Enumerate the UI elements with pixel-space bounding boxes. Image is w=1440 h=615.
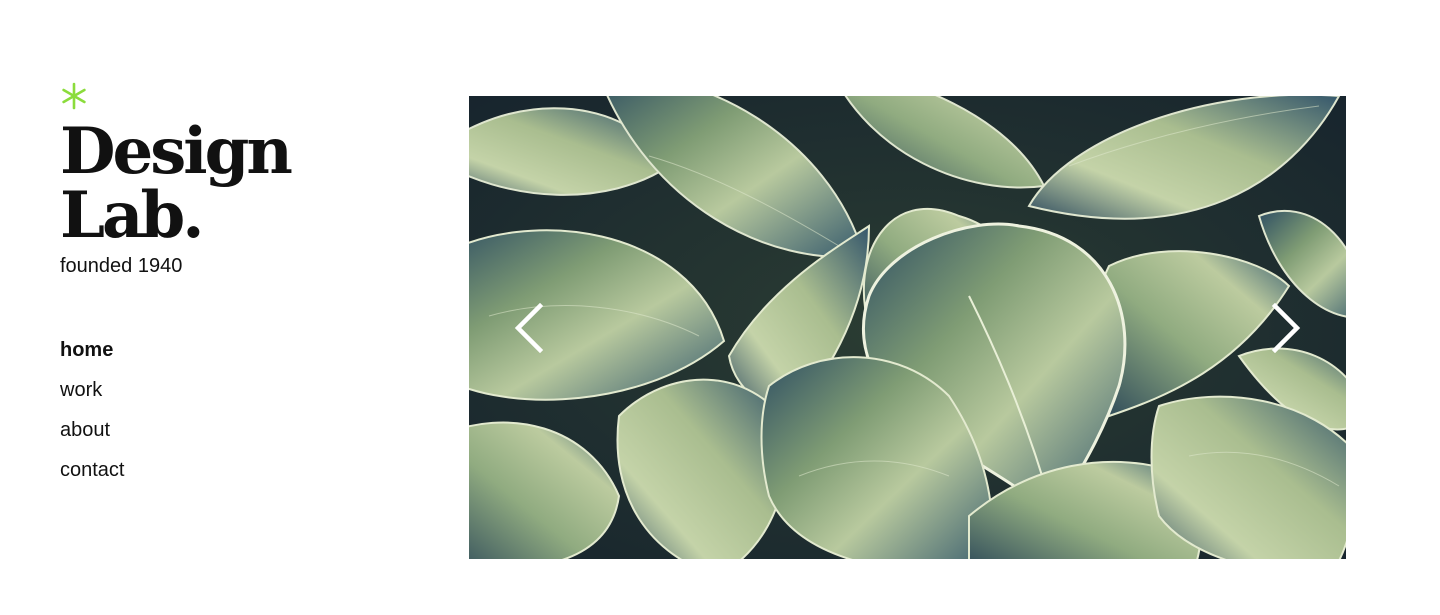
image-slider[interactable] [469,96,1346,559]
nav-link-contact[interactable]: contact [60,456,124,484]
sidebar: Design Lab. founded 1940 home work about… [60,82,420,496]
slider-prev-button[interactable] [501,300,557,356]
slider-next-button[interactable] [1258,300,1314,356]
nav-link-work[interactable]: work [60,376,102,404]
nav-item-home: home [60,336,420,376]
nav-item-about: about [60,416,420,456]
hosta-leaves-photo [469,96,1346,559]
nav-item-contact: contact [60,456,420,496]
nav-link-home[interactable]: home [60,336,113,364]
asterisk-icon [62,82,86,110]
main-nav: home work about contact [60,336,420,496]
site-subtitle: founded 1940 [60,255,183,277]
chevron-right-icon [1271,303,1301,353]
nav-item-work: work [60,376,420,416]
nav-link-about[interactable]: about [60,416,110,444]
site-title[interactable]: Design Lab. [60,120,420,248]
chevron-left-icon [514,303,544,353]
